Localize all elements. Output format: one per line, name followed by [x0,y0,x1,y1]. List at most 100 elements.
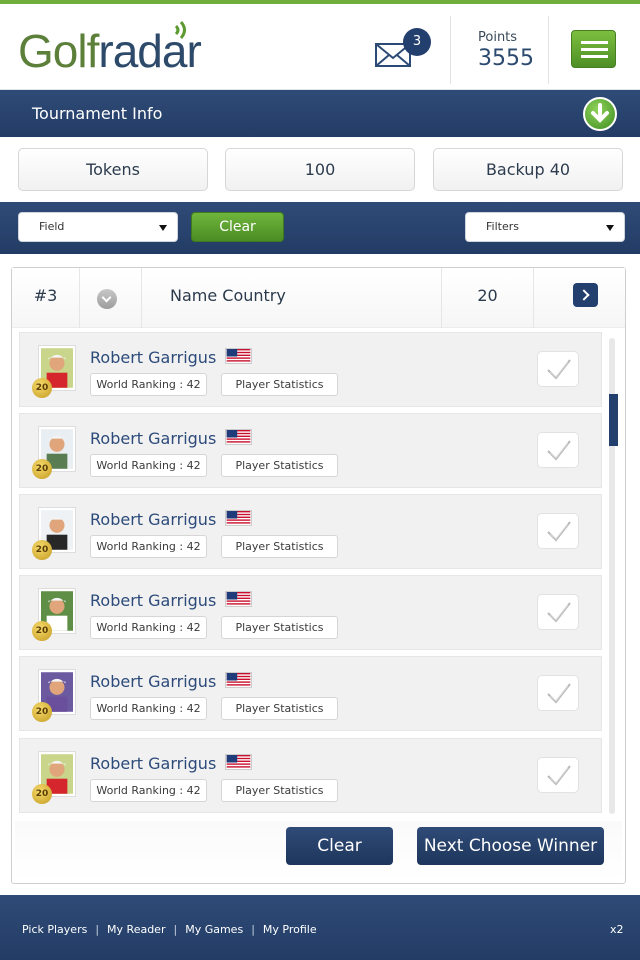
count-badge: 20 [32,540,52,560]
chevron-down-icon[interactable] [97,289,117,309]
footer-link-my-reader[interactable]: My Reader [107,923,165,936]
filter-bar: Field Clear Filters [0,202,640,254]
field-select-value: Field [39,220,65,233]
footer-link-my-profile[interactable]: My Profile [263,923,317,936]
golfradar-logo[interactable]: Golfradar [18,20,218,86]
backup-box: Backup 40 [433,148,623,191]
world-ranking-pill: World Ranking : 42 [90,616,207,639]
chevron-right-icon[interactable] [573,283,598,307]
footer-divider: | [251,923,255,936]
player-list[interactable]: 20 Robert Garrigus World Ranking : 42 Pl… [18,332,618,820]
tokens-box: Tokens [18,148,208,191]
world-ranking-pill: World Ranking : 42 [90,779,207,802]
caret-down-icon [159,225,167,231]
world-ranking-pill: World Ranking : 42 [90,373,207,396]
filters-select-value: Filters [486,220,519,233]
name-country-label: Name Country [142,268,442,328]
menu-line-icon [581,48,608,51]
points-label: Points [478,30,518,45]
count-badge: 20 [32,459,52,479]
player-statistics-button[interactable]: Player Statistics [221,697,338,720]
app-footer: Pick Players | My Reader | My Games | My Profi… [0,895,640,960]
us-flag-icon [225,672,252,688]
signal-wave-icon [174,21,186,39]
us-flag-icon [225,429,252,445]
checkmark-icon [547,521,571,542]
player-name[interactable]: Robert Garrigus [90,754,216,773]
rank-label: #3 [12,268,80,328]
world-ranking-pill: World Ranking : 42 [90,535,207,558]
world-ranking-pill: World Ranking : 42 [90,697,207,720]
world-ranking-pill: World Ranking : 42 [90,454,207,477]
checkmark-icon [547,359,571,380]
us-flag-icon [225,510,252,526]
player-name[interactable]: Robert Garrigus [90,591,216,610]
player-statistics-button[interactable]: Player Statistics [221,373,338,396]
clear-filter-button[interactable]: Clear [191,212,284,242]
tournament-info-title: Tournament Info [32,104,163,123]
token-row: Tokens 100 Backup 40 [0,137,640,202]
footer-link-my-games[interactable]: My Games [185,923,243,936]
menu-line-icon [581,55,608,58]
player-statistics-button[interactable]: Player Statistics [221,535,338,558]
select-checkbox[interactable] [537,594,579,630]
player-name[interactable]: Robert Garrigus [90,348,216,367]
tokens-count-box: 100 [225,148,415,191]
count-badge: 20 [32,784,52,804]
count-badge: 20 [32,621,52,641]
panel-header: #3 Name Country 20 [12,268,625,328]
us-flag-icon [225,591,252,607]
player-row[interactable]: 20 Robert Garrigus World Ranking : 42 Pl… [19,413,602,488]
field-select[interactable]: Field [18,212,178,242]
logo-part-golf: Golf [18,25,99,77]
player-row[interactable]: 20 Robert Garrigus World Ranking : 42 Pl… [19,332,602,407]
player-statistics-button[interactable]: Player Statistics [221,454,338,477]
footer-x2-label: x2 [610,923,624,936]
select-checkbox[interactable] [537,432,579,468]
header-divider [450,16,451,84]
player-name[interactable]: Robert Garrigus [90,429,216,448]
select-checkbox[interactable] [537,513,579,549]
footer-divider: | [95,923,100,936]
checkmark-icon [547,683,571,704]
header-divider [548,16,549,84]
arrow-down-icon [591,103,609,123]
app-header: Golfradar 3 Points 3555 [0,4,640,90]
points-value: 3555 [478,46,534,71]
scrollbar-thumb[interactable] [609,394,618,446]
checkmark-icon [547,440,571,461]
player-row[interactable]: 20 Robert Garrigus World Ranking : 42 Pl… [19,494,602,569]
mail-count-badge: 3 [403,28,431,56]
select-checkbox[interactable] [537,757,579,793]
footer-divider: | [173,923,178,936]
caret-down-icon [606,225,614,231]
player-row[interactable]: 20 Robert Garrigus World Ranking : 42 Pl… [19,738,602,813]
expand-down-arrow-icon[interactable] [583,97,617,131]
count-badge: 20 [32,378,52,398]
panel-footer: Clear Next Choose Winner [15,821,622,881]
footer-nav: Pick Players | My Reader | My Games | My Profi… [22,923,317,936]
footer-link-pick-players[interactable]: Pick Players [22,923,87,936]
select-checkbox[interactable] [537,675,579,711]
clear-selection-button[interactable]: Clear [286,827,393,865]
tournament-info-bar[interactable]: Tournament Info [0,90,640,137]
player-panel: #3 Name Country 20 20 Robert Garrigus Wo… [11,267,626,884]
count-badge: 20 [32,702,52,722]
menu-line-icon [581,41,608,44]
player-name[interactable]: Robert Garrigus [90,510,216,529]
checkmark-icon [547,765,571,786]
filters-select[interactable]: Filters [465,212,625,242]
us-flag-icon [225,348,252,364]
header-count: 20 [442,268,534,328]
checkmark-icon [547,602,571,623]
player-row[interactable]: 20 Robert Garrigus World Ranking : 42 Pl… [19,656,602,731]
select-checkbox[interactable] [537,351,579,387]
collapse-toggle[interactable] [80,268,142,328]
player-statistics-button[interactable]: Player Statistics [221,616,338,639]
player-row[interactable]: 20 Robert Garrigus World Ranking : 42 Pl… [19,575,602,650]
hamburger-menu-button[interactable] [571,30,616,68]
player-statistics-button[interactable]: Player Statistics [221,779,338,802]
us-flag-icon [225,754,252,770]
player-name[interactable]: Robert Garrigus [90,672,216,691]
next-choose-winner-button[interactable]: Next Choose Winner [417,827,604,865]
